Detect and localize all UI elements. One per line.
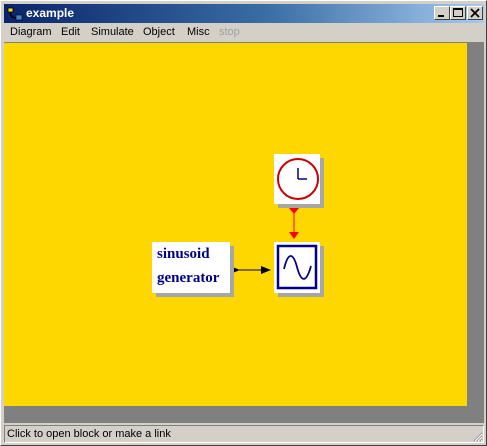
application-window: example Diagram Edit Simulate Object Mis… (0, 0, 487, 446)
activation-link[interactable] (289, 208, 299, 239)
status-text: Click to open block or make a link (7, 428, 171, 440)
scope-block[interactable] (274, 242, 320, 293)
diagram-viewport[interactable]: sinusoid generator (4, 42, 484, 423)
title-bar[interactable]: example (4, 4, 484, 23)
sine-wave-scope-icon (276, 244, 318, 290)
menu-object[interactable]: Object (143, 26, 175, 38)
resize-grip-icon[interactable] (471, 430, 483, 442)
menu-simulate[interactable]: Simulate (91, 26, 134, 38)
window-title: example (26, 6, 75, 20)
minimize-icon (438, 15, 444, 17)
menu-misc[interactable]: Misc (187, 26, 210, 38)
block-label-line-2: generator (157, 270, 220, 286)
diagram-canvas[interactable]: sinusoid generator (4, 43, 467, 406)
clock-block[interactable] (274, 154, 320, 204)
close-button[interactable] (467, 6, 483, 20)
minimize-button[interactable] (434, 6, 450, 20)
regular-link[interactable] (230, 266, 271, 274)
app-icon (7, 6, 23, 21)
menu-bar: Diagram Edit Simulate Object Misc stop (4, 24, 484, 42)
block-label-line-1: sinusoid (157, 246, 210, 262)
close-icon (470, 8, 480, 18)
maximize-button[interactable] (450, 6, 466, 20)
sinusoid-generator-label: sinusoid generator (157, 242, 233, 290)
sinusoid-generator-block[interactable]: sinusoid generator (152, 242, 230, 293)
maximize-icon (453, 8, 463, 17)
clock-icon (277, 158, 319, 200)
menu-stop: stop (219, 26, 240, 38)
status-bar: Click to open block or make a link (4, 425, 484, 443)
menu-edit[interactable]: Edit (61, 26, 80, 38)
menu-diagram[interactable]: Diagram (10, 26, 52, 38)
links-layer (230, 208, 299, 274)
